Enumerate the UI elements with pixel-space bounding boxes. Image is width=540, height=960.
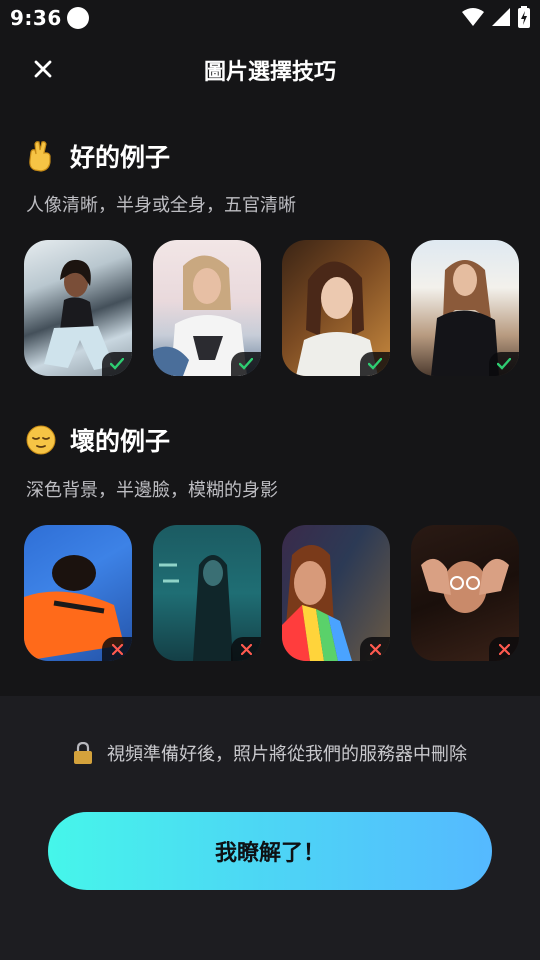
bad-example-photo [411, 525, 519, 661]
cross-icon [498, 643, 510, 655]
check-icon [368, 358, 382, 370]
check-icon [110, 358, 124, 370]
cell-signal-icon [492, 8, 510, 26]
good-description: 人像清晰，半身或全身，五官清晰 [26, 195, 296, 216]
check-badge [489, 352, 519, 376]
check-icon [497, 358, 511, 370]
privacy-text: 視頻準備好後，照片將從我們的服務器中刪除 [107, 744, 467, 765]
check-icon [239, 358, 253, 370]
cross-badge [360, 637, 390, 661]
good-title-text: 好的例子 [70, 143, 171, 172]
status-time: 9:36 [10, 6, 62, 30]
good-photo-row [24, 240, 519, 376]
understood-button[interactable]: 我瞭解了！ [48, 812, 492, 890]
good-example-photo [411, 240, 519, 376]
cross-badge [102, 637, 132, 661]
header: 圖片選擇技巧 [0, 40, 540, 100]
good-example-photo [153, 240, 261, 376]
check-badge [102, 352, 132, 376]
bad-example-photo [282, 525, 390, 661]
bad-photo-row [24, 525, 519, 661]
crossed-fingers-icon [26, 141, 56, 172]
privacy-note: 視頻準備好後，照片將從我們的服務器中刪除 [0, 740, 540, 766]
bad-title-text: 壞的例子 [70, 427, 171, 456]
page-title: 圖片選擇技巧 [203, 60, 336, 85]
bad-example-photo [153, 525, 261, 661]
status-bar: 9:36 [0, 0, 540, 36]
bad-example-photo [24, 525, 132, 661]
bad-description: 深色背景，半邊臉，模糊的身影 [26, 480, 278, 501]
good-example-photo [24, 240, 132, 376]
cross-icon [369, 643, 381, 655]
lock-icon [74, 742, 92, 764]
cross-badge [489, 637, 519, 661]
bad-section-title: 壞的例子 [26, 422, 170, 458]
cross-icon [240, 643, 252, 655]
good-example-photo [282, 240, 390, 376]
check-badge [231, 352, 261, 376]
cross-icon [111, 643, 123, 655]
cross-badge [231, 637, 261, 661]
battery-icon [518, 6, 530, 28]
check-badge [360, 352, 390, 376]
relieved-face-icon [26, 425, 56, 455]
good-section-title: 好的例子 [26, 138, 170, 174]
notification-dot-icon [67, 7, 89, 29]
bottom-panel: 視頻準備好後，照片將從我們的服務器中刪除 我瞭解了！ [0, 696, 540, 960]
status-icons [462, 6, 530, 28]
wifi-icon [462, 8, 484, 26]
